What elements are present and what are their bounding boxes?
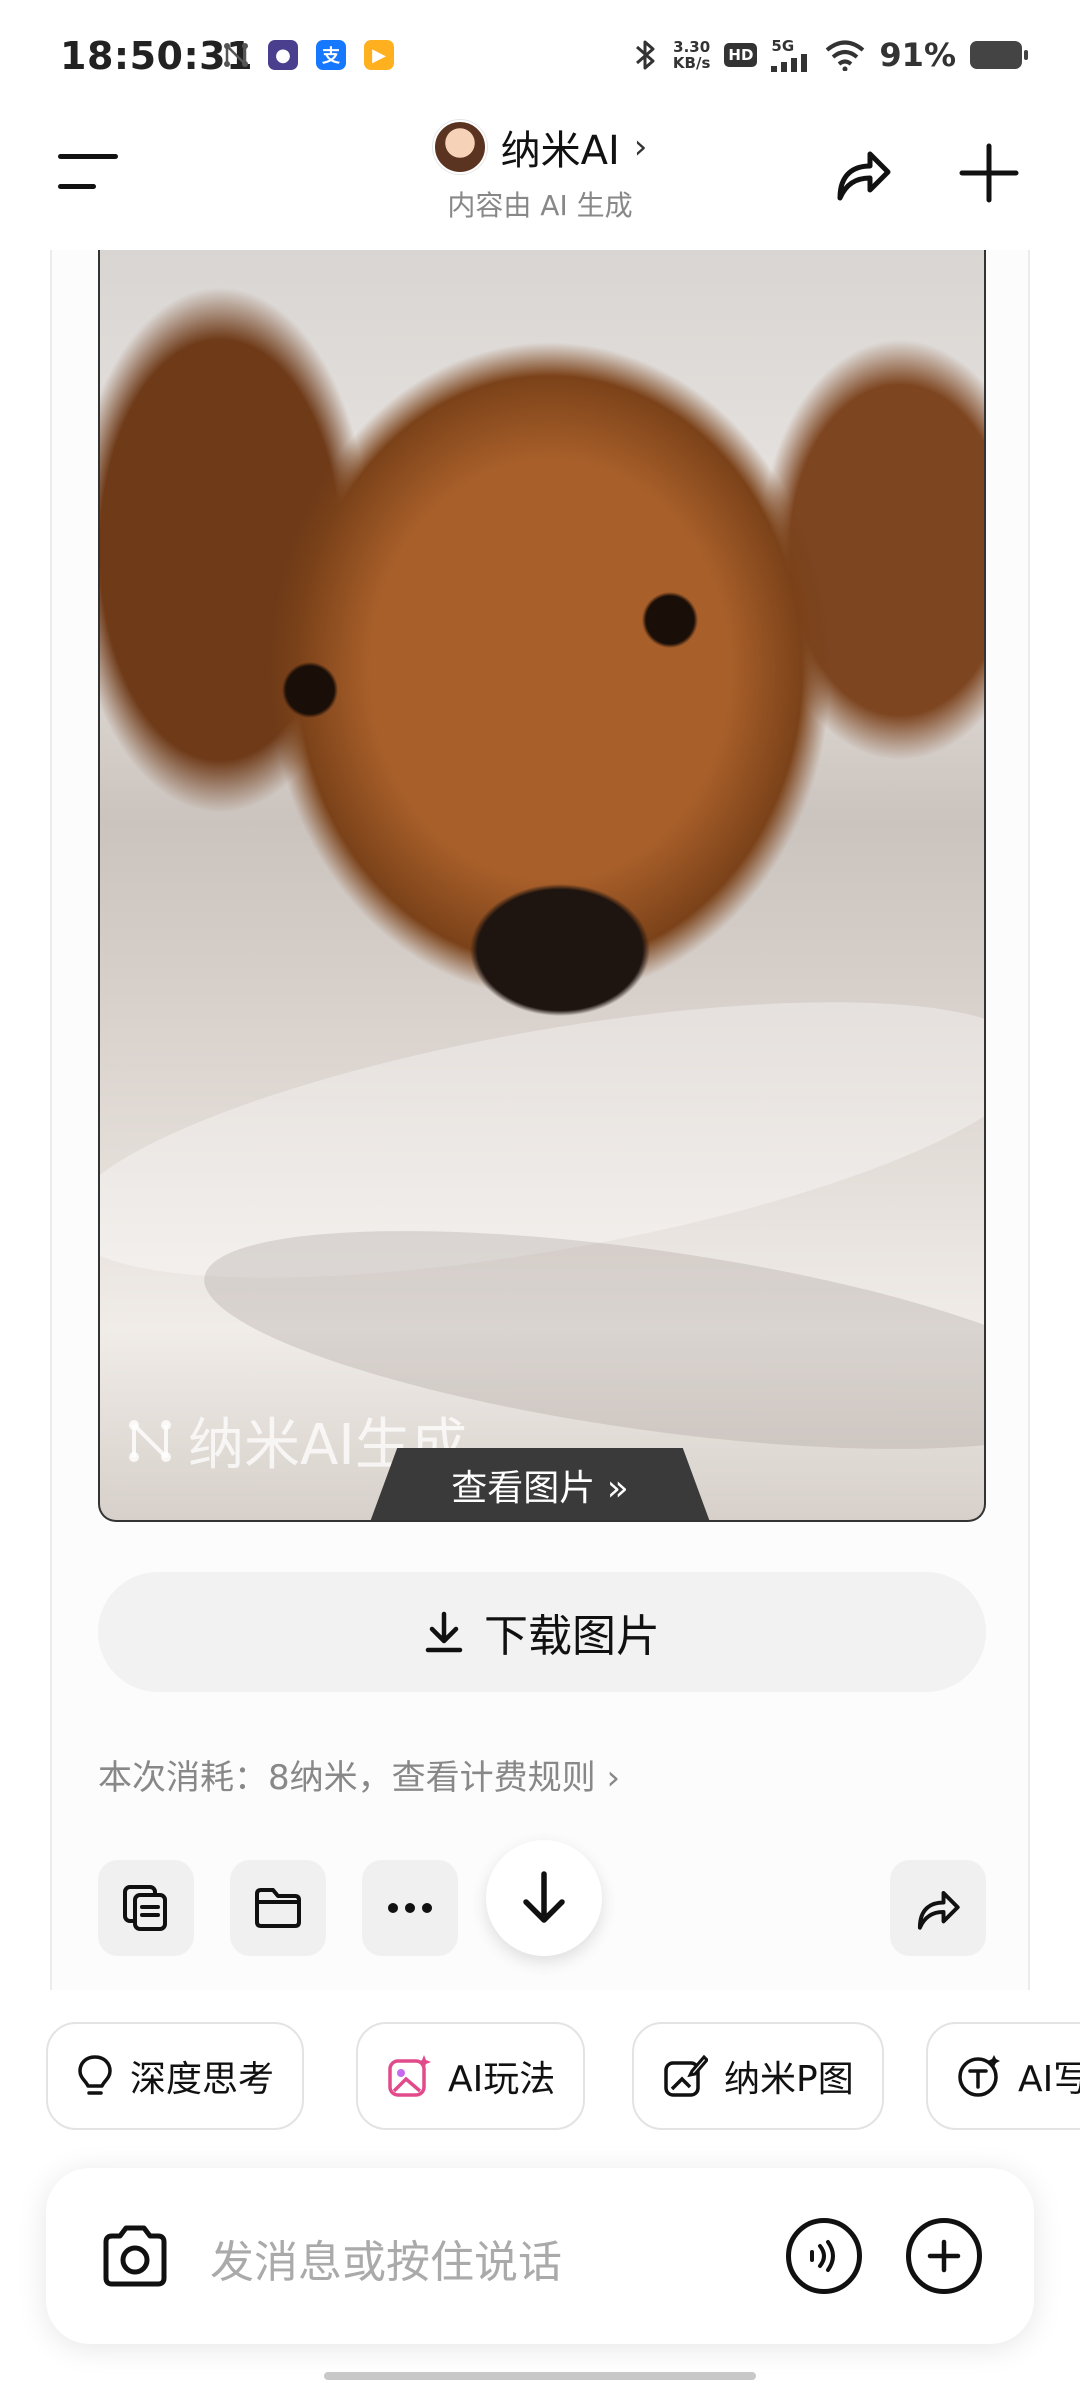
voice-button[interactable]	[786, 2218, 862, 2294]
chip-ai-play[interactable]: AI玩法	[356, 2022, 586, 2130]
astronaut-app-icon: ●	[268, 40, 298, 70]
more-button[interactable]	[362, 1860, 458, 1956]
sparkle-image-icon	[388, 2055, 431, 2097]
generated-dog-image[interactable]: 纳米AI生成 查看图片 »	[98, 250, 986, 1522]
chip-label: AI写	[1018, 2059, 1080, 2100]
header: 纳米AI › 内容由 AI 生成	[0, 110, 1080, 250]
assistant-title-button[interactable]: 纳米AI ›	[432, 118, 648, 176]
message-card: 纳米AI生成 查看图片 » 下载图片 本次消耗：8纳米，查看计费规则 ›	[50, 250, 1030, 1990]
alipay-icon: 支	[316, 40, 346, 70]
wifi-icon	[826, 40, 865, 71]
arrow-down-icon	[523, 1871, 565, 1923]
save-to-folder-button[interactable]	[230, 1860, 326, 1956]
signal-type: 5G	[771, 36, 795, 55]
battery-percent: 91%	[879, 36, 956, 74]
video-app-icon: ▶	[364, 40, 394, 70]
net-speed-value: 3.30	[673, 38, 711, 56]
message-input[interactable]: 发消息或按住说话	[210, 2226, 562, 2290]
lightbulb-icon	[78, 2055, 112, 2095]
download-image-button[interactable]: 下载图片	[98, 1572, 986, 1692]
ai-generated-notice: 内容由 AI 生成	[447, 189, 633, 222]
chip-label: 纳米P图	[724, 2059, 854, 2100]
share-icon[interactable]	[830, 140, 896, 206]
status-right: 3.30 KB/s HD 5G 91%	[633, 36, 1028, 74]
billing-rules-link[interactable]: 本次消耗：8纳米，查看计费规则 ›	[98, 1750, 620, 1799]
avatar	[432, 120, 487, 174]
net-speed: 3.30 KB/s	[673, 39, 710, 71]
share-icon	[917, 1891, 960, 1930]
new-chat-icon[interactable]	[958, 142, 1020, 204]
copy-icon	[123, 1885, 167, 1931]
view-image-button[interactable]: 查看图片 »	[370, 1448, 710, 1520]
download-label: 下载图片	[484, 1611, 660, 1662]
quick-actions: 深度思考 AI玩法 纳米P图 AI写	[46, 2022, 1080, 2130]
chip-label: 深度思考	[130, 2059, 275, 2100]
chip-deep-thinking[interactable]: 深度思考	[46, 2022, 305, 2130]
nano-logo-icon	[224, 43, 248, 67]
title-area: 纳米AI › 内容由 AI 生成	[0, 118, 1080, 224]
chip-label: AI玩法	[448, 2059, 556, 2100]
nano-logo-icon	[129, 1419, 171, 1462]
edit-image-icon	[664, 2054, 708, 2097]
more-icon	[388, 1903, 432, 1913]
chevron-right-icon: ›	[633, 127, 648, 167]
cost-text: 本次消耗：8纳米，查看计费规则	[98, 1758, 596, 1798]
status-bar: 18:50:31 ● 支 ▶ 3.30 KB/s HD 5G 91%	[0, 0, 1080, 110]
status-app-icons: ● 支 ▶	[222, 40, 394, 70]
chip-nano-photo-edit[interactable]: 纳米P图	[632, 2022, 884, 2130]
folder-icon	[255, 1888, 301, 1928]
share-message-button[interactable]	[890, 1860, 986, 1956]
page-title: 纳米AI	[500, 128, 620, 174]
hd-badge: HD	[724, 43, 758, 67]
scroll-to-bottom-button[interactable]	[486, 1840, 602, 1956]
bluetooth-icon	[635, 40, 655, 70]
copy-button[interactable]	[98, 1860, 194, 1956]
cell-signal: 5G	[771, 36, 811, 72]
battery-icon	[970, 41, 1028, 69]
message-input-bar: 发消息或按住说话	[46, 2168, 1034, 2344]
plus-icon	[927, 2239, 961, 2273]
voice-wave-icon	[810, 2240, 835, 2272]
home-indicator[interactable]	[324, 2372, 756, 2380]
chevron-right-icon: ›	[606, 1758, 621, 1798]
chip-ai-write[interactable]: AI写	[926, 2022, 1080, 2130]
camera-icon[interactable]	[98, 2220, 172, 2294]
download-icon	[425, 1611, 463, 1653]
signal-bars-icon	[771, 53, 808, 72]
ai-write-icon	[958, 2055, 1000, 2097]
add-attachment-button[interactable]	[906, 2218, 982, 2294]
net-speed-unit: KB/s	[672, 54, 711, 72]
